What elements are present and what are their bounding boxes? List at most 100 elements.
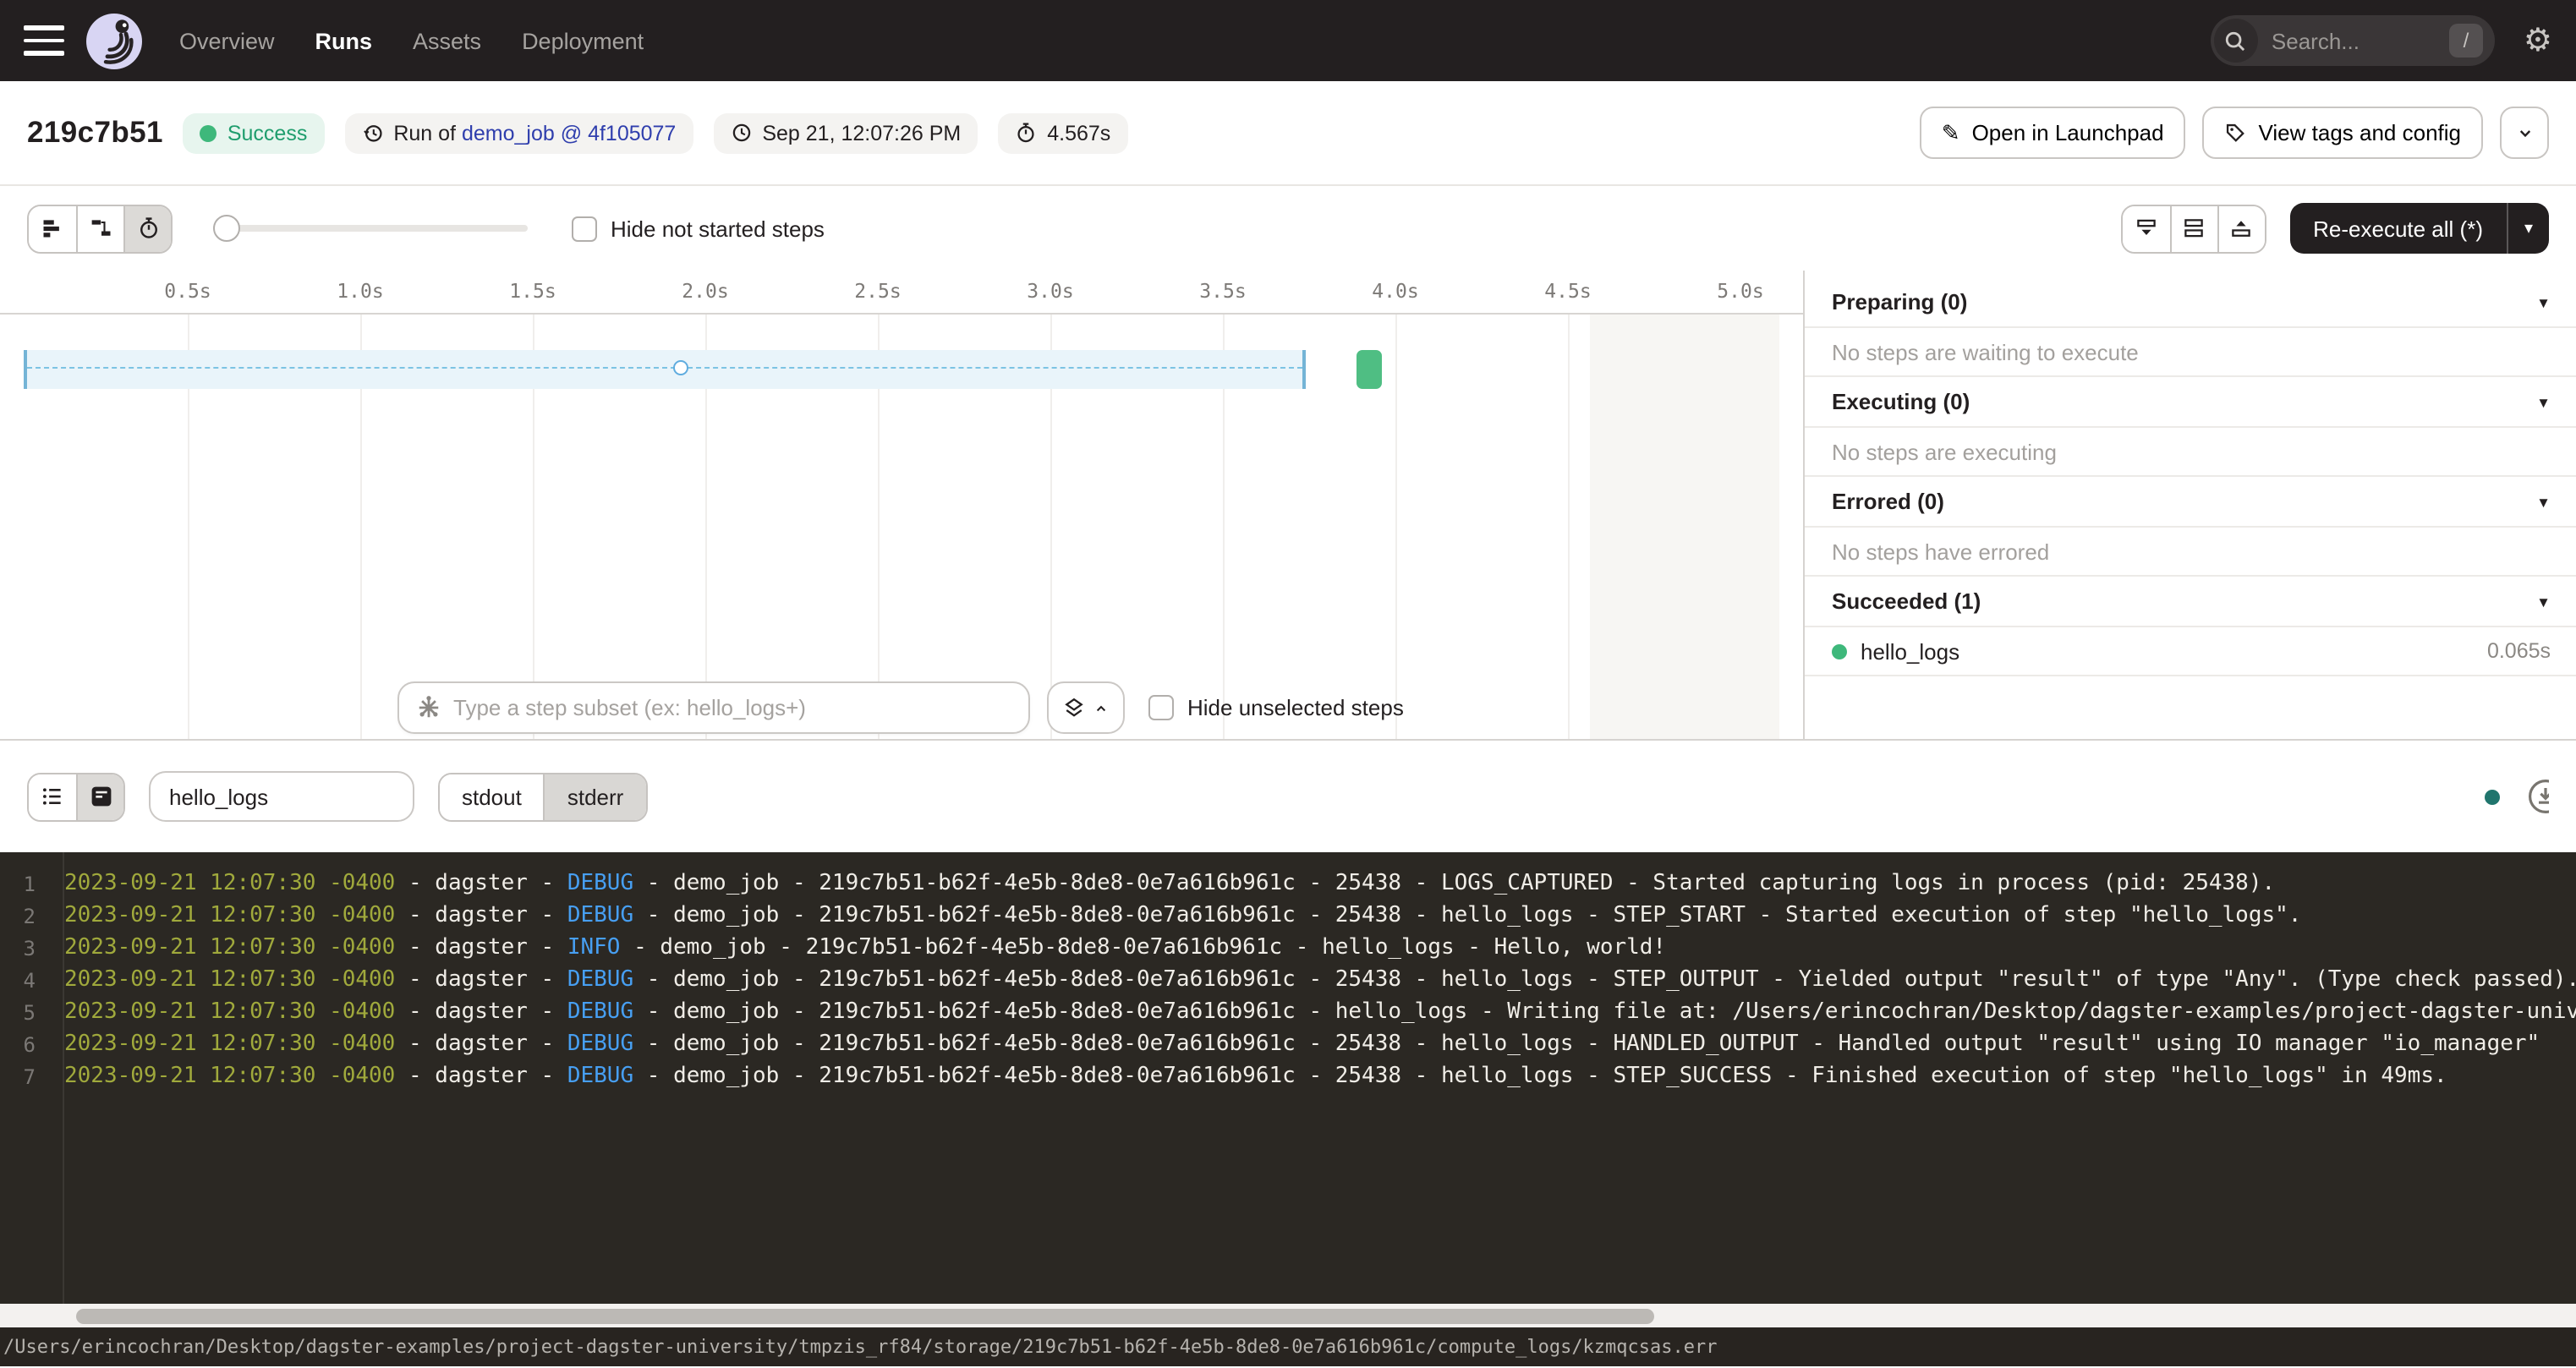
step-subset-box[interactable] [397,681,1030,734]
view-tags-config-button[interactable]: View tags and config [2203,107,2483,159]
tab-stdout[interactable]: stdout [440,774,544,819]
panel-section-preparing[interactable]: Preparing (0)▼ [1805,277,2576,328]
log-filter-input[interactable] [149,771,414,822]
raw-log-view-button[interactable] [76,774,123,819]
duration-tag: 4.567s [998,112,1127,153]
open-in-launchpad-button[interactable]: ✎ Open in Launchpad [1920,107,2186,159]
reexecute-dropdown-caret[interactable]: ▾ [2507,203,2549,254]
step-bar-hello-logs[interactable] [1357,350,1382,389]
run-header-actions: ✎ Open in Launchpad View tags and config [1920,107,2549,159]
commit-link[interactable]: @ 4f105077 [555,121,677,145]
timing-stopwatch-icon [136,216,160,240]
hide-not-started-checkbox-group[interactable]: Hide not started steps [572,216,825,241]
gantt-section: 0.5s1.0s1.5s2.0s2.5s3.0s3.5s4.0s4.5s5.0s [0,271,2576,741]
search-box[interactable]: / [2211,15,2495,66]
log-line: 52023-09-21 12:07:30 -0400 - dagster - D… [0,996,2576,1028]
section-collapse-icon[interactable]: ▼ [2536,593,2551,610]
collapse-up-button[interactable] [2217,205,2264,251]
stopwatch-icon [1015,122,1037,144]
panel-section-succeeded[interactable]: Succeeded (1)▼ [1805,577,2576,627]
status-badge: Success [184,112,325,153]
waiting-band [24,350,1306,389]
log-line: 12023-09-21 12:07:30 -0400 - dagster - D… [0,867,2576,900]
history-clock-icon [361,122,383,144]
horizontal-scrollbar[interactable] [0,1304,2576,1327]
log-status-indicator-icon [2485,789,2500,804]
list-view-icon [41,785,64,808]
download-log-button[interactable] [2527,778,2549,815]
dagster-logo-icon[interactable] [86,13,142,68]
search-input[interactable] [2258,28,2449,53]
gear-icon[interactable]: ⚙ [2524,25,2552,57]
log-line: 72023-09-21 12:07:30 -0400 - dagster - D… [0,1060,2576,1092]
dagster-app: Overview Runs Assets Deployment / ⚙ 219c… [0,0,2576,1368]
log-area[interactable]: 12023-09-21 12:07:30 -0400 - dagster - D… [0,852,2576,1304]
hamburger-menu-icon[interactable] [24,25,64,56]
job-link[interactable]: demo_job [462,121,555,145]
panel-empty-errored: No steps have errored [1805,528,2576,577]
panel-section-errored[interactable]: Errored (0)▼ [1805,477,2576,528]
nav-item-deployment[interactable]: Deployment [522,28,644,53]
top-nav: Overview Runs Assets Deployment / ⚙ [0,0,2576,81]
status-bar: /Users/erincochran/Desktop/dagster-examp… [0,1327,2576,1366]
chevron-down-icon [2514,123,2535,143]
run-actions-dropdown-button[interactable] [2500,107,2549,159]
collapse-down-icon [2134,216,2157,240]
section-collapse-icon[interactable]: ▼ [2536,293,2551,310]
io-marker-icon[interactable] [673,360,688,375]
collapse-down-button[interactable] [2122,205,2169,251]
scrollbar-thumb[interactable] [76,1308,1654,1323]
timing-view-button[interactable] [123,205,171,251]
clock-icon [730,122,752,144]
log-view-switcher [27,772,125,821]
graph-query-toggle-button[interactable] [1047,681,1125,734]
row-collapse-switcher [2120,204,2266,253]
pencil-icon: ✎ [1942,122,1960,144]
waterfall-view-button[interactable] [76,205,123,251]
status-dot-icon [200,124,217,141]
gantt-zoom-slider[interactable] [213,215,528,242]
reexecute-all-button[interactable]: Re-execute all (*) ▾ [2289,203,2549,254]
run-id-title: 219c7b51 [27,115,163,150]
section-collapse-icon[interactable]: ▼ [2536,493,2551,510]
stdout-stderr-switcher: stdout stderr [438,772,647,821]
log-line: 42023-09-21 12:07:30 -0400 - dagster - D… [0,964,2576,996]
tag-icon [2225,122,2247,144]
panel-section-executing[interactable]: Executing (0)▼ [1805,377,2576,428]
gridline [1395,315,1397,739]
axis-tick: 2.5s [854,279,901,303]
step-subset-input[interactable] [453,695,1011,720]
log-lines: 12023-09-21 12:07:30 -0400 - dagster - D… [0,867,2576,1092]
slider-track [213,225,528,232]
hide-not-started-checkbox[interactable] [572,216,597,241]
log-toolbar: stdout stderr [0,741,2576,852]
tab-stderr[interactable]: stderr [544,774,645,819]
run-of-tag: Run of demo_job @ 4f105077 [344,112,693,153]
after-run-region [1590,315,1779,739]
raw-log-view-icon [89,785,112,808]
structured-list-view-button[interactable] [29,774,76,819]
slider-handle[interactable] [213,215,240,242]
chevron-up-icon [1093,699,1110,716]
axis-tick: 1.0s [337,279,383,303]
flat-view-button[interactable] [29,205,76,251]
gutter-divider [63,852,64,1304]
rows-icon [2182,216,2206,240]
succeeded-step-row[interactable]: hello_logs 0.065s [1805,627,2576,676]
hide-unselected-checkbox[interactable] [1148,695,1174,720]
rows-button[interactable] [2169,205,2217,251]
log-line: 62023-09-21 12:07:30 -0400 - dagster - D… [0,1028,2576,1060]
nav-item-overview[interactable]: Overview [179,28,275,53]
nav-item-assets[interactable]: Assets [413,28,481,53]
hide-unselected-checkbox-group[interactable]: Hide unselected steps [1148,695,1404,720]
axis-tick: 4.0s [1372,279,1418,303]
waterfall-view-icon [89,216,112,240]
section-collapse-icon[interactable]: ▼ [2536,393,2551,410]
gantt-axis: 0.5s1.0s1.5s2.0s2.5s3.0s3.5s4.0s4.5s5.0s [0,271,1803,315]
step-subset-row: Hide unselected steps [397,681,1404,734]
nav-item-runs[interactable]: Runs [315,28,373,53]
panel-empty-preparing: No steps are waiting to execute [1805,328,2576,377]
gantt-chart[interactable]: Hide unselected steps [0,315,1803,739]
axis-tick: 0.5s [164,279,211,303]
gantt-view-mode-switcher [27,204,173,253]
